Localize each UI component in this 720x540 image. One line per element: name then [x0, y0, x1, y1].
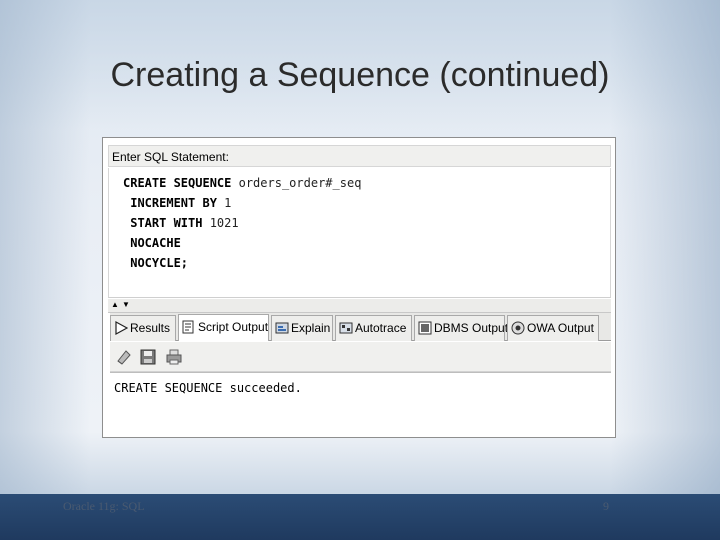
print-icon[interactable] — [164, 347, 184, 367]
sql-editor[interactable]: CREATE SEQUENCE orders_order#_seq INCREM… — [108, 168, 611, 298]
explain-plan-icon — [275, 322, 289, 334]
sql-statement-label: Enter SQL Statement: — [108, 145, 611, 167]
tab-label: OWA Output — [527, 321, 594, 335]
code-text: 1021 — [202, 216, 239, 230]
tab-explain[interactable]: Explain — [271, 315, 333, 341]
tab-dbms-output[interactable]: DBMS Output — [414, 315, 509, 341]
code-line-5: NOCYCLE; — [123, 256, 188, 270]
sql-worksheet: Enter SQL Statement: CREATE SEQUENCE ord… — [108, 143, 611, 433]
save-icon[interactable] — [138, 347, 158, 367]
code-keyword: START WITH — [123, 216, 203, 230]
owa-output-icon — [511, 321, 525, 335]
code-line-4: NOCACHE — [123, 236, 181, 250]
panel-splitter[interactable]: ▲ ▼ — [108, 299, 611, 313]
collapse-up-icon[interactable]: ▲ — [111, 301, 119, 309]
output-tabs: Results Script Output Explain Autotrace … — [110, 313, 611, 341]
code-text: 1 — [216, 196, 232, 210]
code-keyword: INCREMENT BY — [123, 196, 217, 210]
play-arrow-icon — [115, 321, 128, 335]
code-line-2: INCREMENT BY 1 — [123, 196, 231, 210]
code-line-3: START WITH 1021 — [123, 216, 239, 230]
tab-label: Autotrace — [355, 321, 407, 335]
tab-script-output[interactable]: Script Output — [178, 314, 269, 341]
tab-autotrace[interactable]: Autotrace — [335, 315, 412, 341]
output-toolbar — [110, 342, 611, 372]
script-output-panel[interactable]: CREATE SEQUENCE succeeded. — [110, 372, 611, 433]
tab-label: DBMS Output — [434, 321, 509, 335]
code-keyword: CREATE SEQUENCE — [123, 176, 232, 190]
tab-label: Script Output — [198, 320, 269, 334]
tab-label: Explain — [291, 321, 331, 335]
eraser-icon[interactable] — [114, 347, 134, 367]
dbms-output-icon — [418, 321, 432, 335]
collapse-down-icon[interactable]: ▼ — [122, 301, 130, 309]
tab-label: Results — [130, 321, 171, 335]
code-keyword: NOCYCLE; — [123, 256, 189, 270]
tab-owa-output[interactable]: OWA Output — [507, 315, 599, 341]
page-number: 9 — [603, 499, 609, 513]
slide-title: Creating a Sequence (continued) — [110, 56, 610, 94]
autotrace-icon — [339, 322, 353, 334]
output-message: CREATE SEQUENCE succeeded. — [114, 381, 302, 395]
code-text: orders_order#_seq — [231, 176, 362, 190]
sql-developer-window: Enter SQL Statement: CREATE SEQUENCE ord… — [102, 137, 616, 438]
tab-results[interactable]: Results — [110, 315, 176, 341]
code-keyword: NOCACHE — [123, 236, 181, 250]
footer-course-title: Oracle 11g: SQL — [63, 499, 145, 513]
script-output-icon — [182, 320, 194, 334]
code-line-1: CREATE SEQUENCE orders_order#_seq — [123, 176, 361, 190]
